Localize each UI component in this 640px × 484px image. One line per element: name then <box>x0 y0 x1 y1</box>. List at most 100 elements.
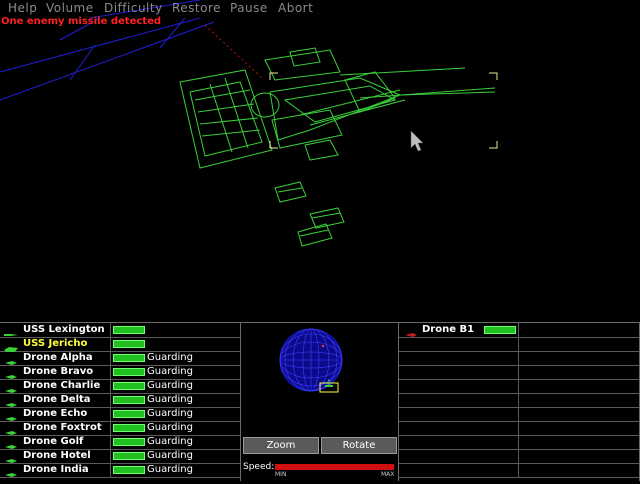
row-divider <box>110 393 111 407</box>
ship-status: Guarding <box>147 380 193 391</box>
row-divider <box>518 337 519 351</box>
row-divider <box>110 421 111 435</box>
drone-icon <box>3 465 19 477</box>
health-bar <box>113 368 145 376</box>
fleet-row[interactable]: Drone Charlie Guarding <box>0 379 240 394</box>
row-divider <box>518 463 519 477</box>
fleet-list: USS Lexington USS Jericho Drone Alpha Guard… <box>0 323 241 481</box>
target-row <box>399 407 639 422</box>
target-row <box>399 379 639 394</box>
row-divider <box>110 337 111 351</box>
speed-slider[interactable] <box>275 464 394 470</box>
target-row <box>399 393 639 408</box>
health-bar <box>113 424 145 432</box>
target-row <box>399 435 639 450</box>
ship-name: USS Jericho <box>23 338 88 349</box>
row-divider <box>110 365 111 379</box>
ship-name: Drone Echo <box>23 408 88 419</box>
carrier-wireframe[interactable] <box>179 47 496 169</box>
drone-icon <box>3 451 19 463</box>
drone-icon <box>3 423 19 435</box>
drone-icon <box>3 353 19 365</box>
fleet-row[interactable]: Drone Bravo Guarding <box>0 365 240 380</box>
speed-min-label: MIN <box>275 471 287 478</box>
health-bar <box>113 382 145 390</box>
ship-name: USS Lexington <box>23 324 105 335</box>
tactical-viewport[interactable] <box>0 0 640 322</box>
radar-globe[interactable] <box>241 323 398 433</box>
target-row <box>399 351 639 366</box>
row-divider <box>518 351 519 365</box>
ship-name: Drone Delta <box>23 394 91 405</box>
ship-name: Drone Bravo <box>23 366 94 377</box>
drone-icon <box>3 381 19 393</box>
fleet-row[interactable]: Drone Delta Guarding <box>0 393 240 408</box>
ship-name: Drone Foxtrot <box>23 422 102 433</box>
selection-brackets <box>269 72 498 149</box>
speed-label: Speed: <box>243 462 275 472</box>
target-row[interactable]: Drone B1 <box>399 323 639 338</box>
menu-pause[interactable]: Pause <box>230 1 268 15</box>
row-divider <box>518 379 519 393</box>
health-bar <box>113 340 145 348</box>
row-divider <box>110 449 111 463</box>
row-divider <box>110 463 111 477</box>
zoom-button[interactable]: Zoom <box>243 437 319 454</box>
fleet-row[interactable]: Drone Hotel Guarding <box>0 449 240 464</box>
target-row <box>399 337 639 352</box>
row-divider <box>518 323 519 337</box>
target-row <box>399 365 639 380</box>
fleet-row[interactable]: Drone India Guarding <box>0 463 240 478</box>
carrier-icon <box>3 339 19 352</box>
ship-name: Drone Alpha <box>23 352 93 363</box>
control-panel: USS Lexington USS Jericho Drone Alpha Guard… <box>0 322 640 481</box>
health-bar <box>484 326 516 334</box>
ship-name: Drone Charlie <box>23 380 101 391</box>
drone-icon <box>3 367 19 379</box>
menu-abort[interactable]: Abort <box>278 1 313 15</box>
drone-icon <box>3 395 19 407</box>
mouse-cursor <box>410 130 424 152</box>
rotate-button[interactable]: Rotate <box>321 437 397 454</box>
row-divider <box>110 351 111 365</box>
ship-status: Guarding <box>147 464 193 475</box>
menu-difficulty[interactable]: Difficulty <box>104 1 163 15</box>
radar-blip <box>321 344 325 348</box>
fleet-row[interactable]: USS Lexington <box>0 323 240 338</box>
fleet-row[interactable]: Drone Golf Guarding <box>0 435 240 450</box>
ship-status: Guarding <box>147 450 193 461</box>
ship-status: Guarding <box>147 394 193 405</box>
row-divider <box>518 407 519 421</box>
fleet-row[interactable]: Drone Alpha Guarding <box>0 351 240 366</box>
health-bar <box>113 410 145 418</box>
row-divider <box>518 449 519 463</box>
drone-icon <box>3 409 19 421</box>
drone-wireframes[interactable] <box>274 181 345 247</box>
row-divider <box>110 435 111 449</box>
fleet-row[interactable]: USS Jericho <box>0 337 240 352</box>
row-divider <box>110 379 111 393</box>
row-divider <box>518 435 519 449</box>
fleet-row[interactable]: Drone Echo Guarding <box>0 407 240 422</box>
cruiser-icon <box>3 325 19 336</box>
ship-name: Drone Hotel <box>23 450 91 461</box>
menu-restore[interactable]: Restore <box>172 1 221 15</box>
fleet-row[interactable]: Drone Foxtrot Guarding <box>0 421 240 436</box>
missile-trail <box>204 24 263 79</box>
ship-status: Guarding <box>147 352 193 363</box>
menu-volume[interactable]: Volume <box>46 1 94 15</box>
ship-status: Guarding <box>147 436 193 447</box>
target-row <box>399 449 639 464</box>
radar-panel: Zoom Rotate Speed: MIN MAX <box>241 323 399 481</box>
speed-max-label: MAX <box>381 471 395 478</box>
ship-status: Guarding <box>147 422 193 433</box>
health-bar <box>113 354 145 362</box>
target-row <box>399 421 639 436</box>
menu-help[interactable]: Help <box>8 1 37 15</box>
health-bar <box>113 452 145 460</box>
row-divider <box>110 323 111 337</box>
target-list: Drone B1 <box>399 323 640 481</box>
ship-name: Drone Golf <box>23 436 84 447</box>
row-divider <box>518 393 519 407</box>
health-bar <box>113 438 145 446</box>
